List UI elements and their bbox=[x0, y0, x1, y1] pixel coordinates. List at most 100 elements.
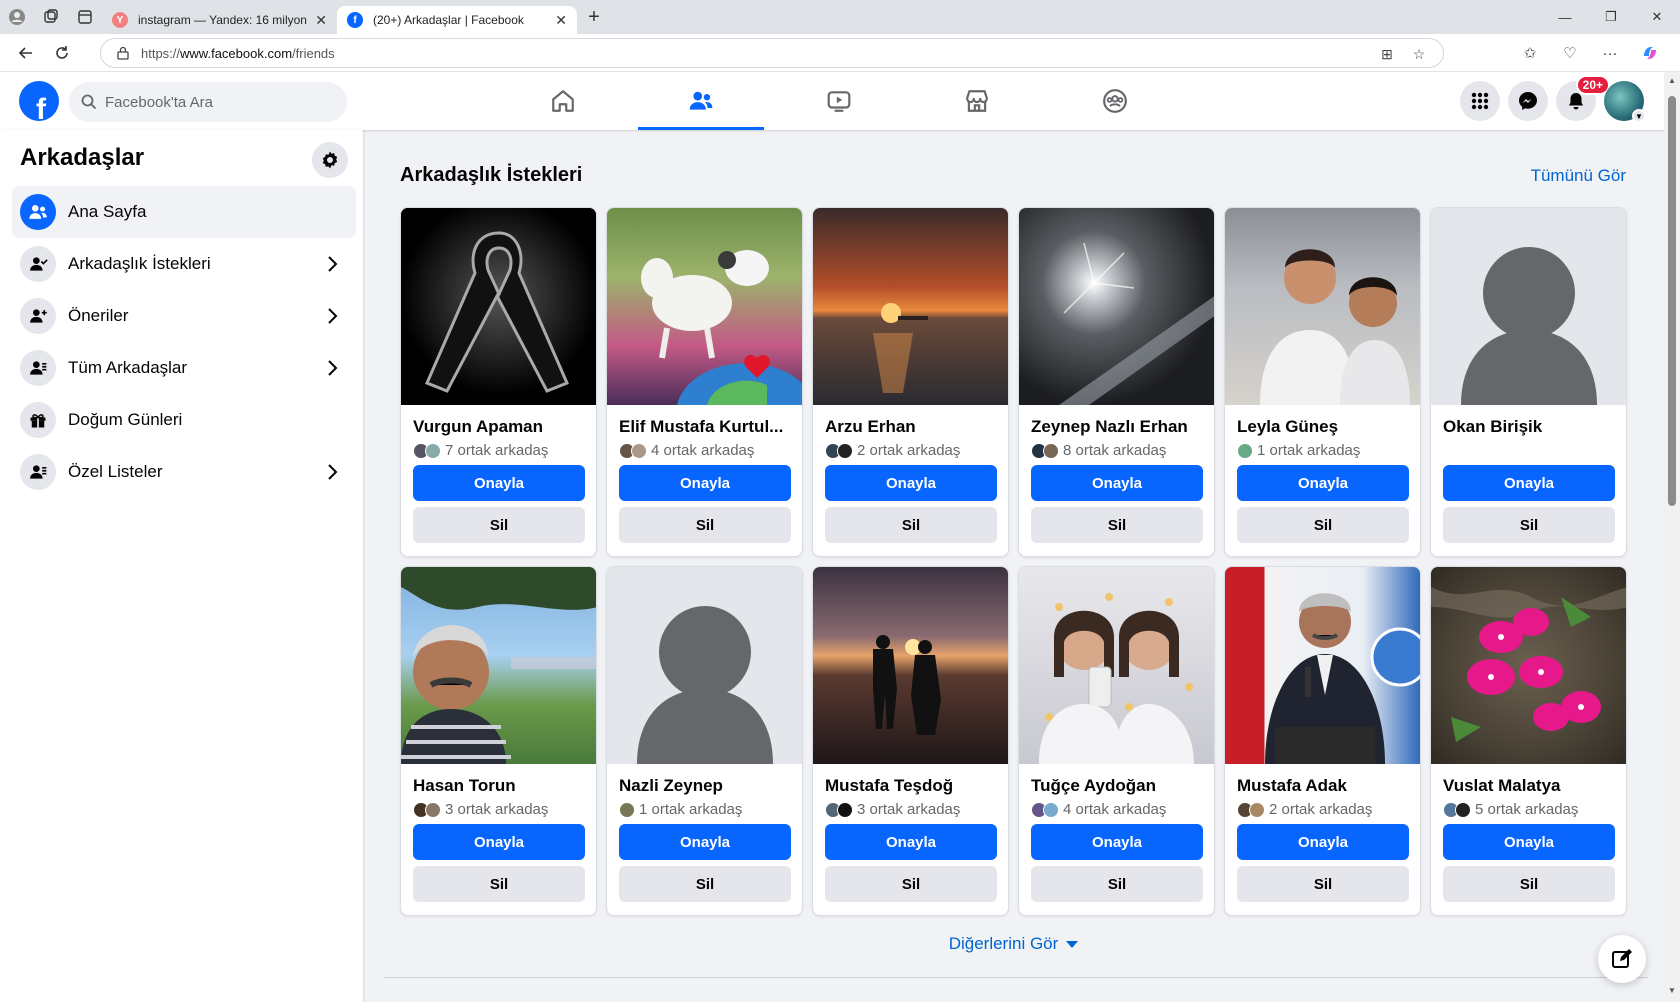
profile-photo[interactable] bbox=[401, 567, 596, 764]
delete-button[interactable]: Sil bbox=[1237, 866, 1409, 902]
confirm-button[interactable]: Onayla bbox=[825, 465, 997, 501]
friend-request-card[interactable]: Nazli Zeynep 1 ortak arkadaş Onayla Sil bbox=[606, 566, 803, 916]
friend-request-card[interactable]: Arzu Erhan 2 ortak arkadaş Onayla Sil bbox=[812, 207, 1009, 557]
minimize-icon[interactable]: — bbox=[1542, 0, 1588, 34]
scroll-up-icon[interactable]: ▲ bbox=[1668, 76, 1676, 85]
delete-button[interactable]: Sil bbox=[1031, 507, 1203, 543]
friend-name[interactable]: Elif Mustafa Kurtul... bbox=[619, 417, 791, 437]
confirm-button[interactable]: Onayla bbox=[1443, 465, 1615, 501]
scroll-thumb[interactable] bbox=[1668, 96, 1676, 506]
confirm-button[interactable]: Onayla bbox=[1031, 465, 1203, 501]
friend-name[interactable]: Nazli Zeynep bbox=[619, 776, 791, 796]
profile-icon[interactable] bbox=[0, 0, 34, 34]
delete-button[interactable]: Sil bbox=[1237, 507, 1409, 543]
nav-groups[interactable] bbox=[1046, 72, 1184, 130]
delete-button[interactable]: Sil bbox=[1443, 866, 1615, 902]
friend-name[interactable]: Zeynep Nazlı Erhan bbox=[1031, 417, 1203, 437]
friend-request-card[interactable]: Vurgun Apaman 7 ortak arkadaş Onayla Sil bbox=[400, 207, 597, 557]
friend-request-card[interactable]: Tuğçe Aydoğan 4 ortak arkadaş Onayla Sil bbox=[1018, 566, 1215, 916]
profile-photo[interactable] bbox=[813, 567, 1008, 764]
profile-photo[interactable] bbox=[1225, 208, 1420, 405]
url-bar[interactable]: https://www.facebook.com/friends ⊞ ☆ bbox=[100, 38, 1444, 68]
scroll-down-icon[interactable]: ▼ bbox=[1668, 986, 1676, 995]
delete-button[interactable]: Sil bbox=[619, 507, 791, 543]
mutual-friends[interactable]: 2 ortak arkadaş bbox=[825, 442, 960, 459]
friend-request-card[interactable]: Mustafa Adak 2 ortak arkadaş Onayla Sil bbox=[1224, 566, 1421, 916]
confirm-button[interactable]: Onayla bbox=[1237, 824, 1409, 860]
friend-request-card[interactable]: Okan Birişik Onayla Sil bbox=[1430, 207, 1627, 557]
settings-button[interactable] bbox=[312, 142, 348, 178]
confirm-button[interactable]: Onayla bbox=[1237, 465, 1409, 501]
delete-button[interactable]: Sil bbox=[413, 507, 585, 543]
confirm-button[interactable]: Onayla bbox=[825, 824, 997, 860]
friend-name[interactable]: Okan Birişik bbox=[1443, 417, 1615, 437]
close-tab-icon[interactable]: ✕ bbox=[555, 12, 567, 29]
sidebar-item-friend-requests[interactable]: Arkadaşlık İstekleri bbox=[12, 238, 356, 290]
friend-name[interactable]: Vurgun Apaman bbox=[413, 417, 585, 437]
friend-request-card[interactable]: Elif Mustafa Kurtul... 4 ortak arkadaş O… bbox=[606, 207, 803, 557]
mutual-friends[interactable]: 7 ortak arkadaş bbox=[413, 442, 548, 459]
mutual-friends[interactable]: 8 ortak arkadaş bbox=[1031, 442, 1166, 459]
more-options-icon[interactable]: ··· bbox=[1590, 34, 1630, 72]
profile-photo[interactable] bbox=[1019, 567, 1214, 764]
refresh-icon[interactable] bbox=[44, 35, 80, 71]
mutual-friends[interactable]: 2 ortak arkadaş bbox=[1237, 801, 1372, 818]
copilot-icon[interactable] bbox=[1630, 34, 1670, 72]
delete-button[interactable]: Sil bbox=[1031, 866, 1203, 902]
mutual-friends[interactable]: 5 ortak arkadaş bbox=[1443, 801, 1578, 818]
profile-photo[interactable] bbox=[1225, 567, 1420, 764]
mutual-friends[interactable]: 3 ortak arkadaş bbox=[825, 801, 960, 818]
browser-tab-active[interactable]: f (20+) Arkadaşlar | Facebook ✕ bbox=[337, 6, 577, 34]
restore-icon[interactable]: ❐ bbox=[1588, 0, 1634, 34]
nav-friends[interactable] bbox=[632, 72, 770, 130]
new-message-button[interactable] bbox=[1598, 935, 1646, 983]
workspaces-icon[interactable] bbox=[34, 0, 68, 34]
new-tab-button[interactable]: + bbox=[577, 0, 611, 34]
profile-photo[interactable] bbox=[607, 567, 802, 764]
sidebar-item-home[interactable]: Ana Sayfa bbox=[12, 186, 356, 238]
profile-photo[interactable] bbox=[1431, 567, 1626, 764]
reading-view-icon[interactable]: ⊞ bbox=[1373, 43, 1401, 65]
page-scrollbar[interactable]: ▲ ▼ bbox=[1664, 72, 1680, 1002]
mutual-friends[interactable]: 4 ortak arkadaş bbox=[619, 442, 754, 459]
friend-request-card[interactable]: Mustafa Teşdoğ 3 ortak arkadaş Onayla Si… bbox=[812, 566, 1009, 916]
profile-photo[interactable] bbox=[1019, 208, 1214, 405]
confirm-button[interactable]: Onayla bbox=[619, 824, 791, 860]
messenger-button[interactable] bbox=[1508, 81, 1548, 121]
confirm-button[interactable]: Onayla bbox=[413, 465, 585, 501]
friend-name[interactable]: Vuslat Malatya bbox=[1443, 776, 1615, 796]
mutual-friends[interactable]: 3 ortak arkadaş bbox=[413, 801, 548, 818]
friend-name[interactable]: Mustafa Adak bbox=[1237, 776, 1409, 796]
friend-request-card[interactable]: Vuslat Malatya 5 ortak arkadaş Onayla Si… bbox=[1430, 566, 1627, 916]
delete-button[interactable]: Sil bbox=[413, 866, 585, 902]
nav-video[interactable] bbox=[770, 72, 908, 130]
tab-actions-icon[interactable] bbox=[68, 0, 102, 34]
confirm-button[interactable]: Onayla bbox=[1031, 824, 1203, 860]
friend-request-card[interactable]: Zeynep Nazlı Erhan 8 ortak arkadaş Onayl… bbox=[1018, 207, 1215, 557]
delete-button[interactable]: Sil bbox=[1443, 507, 1615, 543]
delete-button[interactable]: Sil bbox=[825, 507, 997, 543]
friend-name[interactable]: Arzu Erhan bbox=[825, 417, 997, 437]
nav-marketplace[interactable] bbox=[908, 72, 1046, 130]
close-tab-icon[interactable]: ✕ bbox=[315, 12, 327, 29]
mutual-friends[interactable]: 1 ortak arkadaş bbox=[1237, 442, 1360, 459]
close-window-icon[interactable]: ✕ bbox=[1634, 0, 1680, 34]
delete-button[interactable]: Sil bbox=[619, 866, 791, 902]
account-avatar[interactable]: ▼ bbox=[1604, 81, 1646, 123]
menu-button[interactable] bbox=[1460, 81, 1500, 121]
profile-photo[interactable] bbox=[813, 208, 1008, 405]
browser-tab[interactable]: Y instagram — Yandex: 16 milyon sonuç ✕ bbox=[102, 6, 337, 34]
see-more-link[interactable]: Diğerlerini Gör bbox=[363, 934, 1664, 954]
confirm-button[interactable]: Onayla bbox=[1443, 824, 1615, 860]
friend-request-card[interactable]: Hasan Torun 3 ortak arkadaş Onayla Sil bbox=[400, 566, 597, 916]
friend-name[interactable]: Leyla Güneş bbox=[1237, 417, 1409, 437]
friend-name[interactable]: Hasan Torun bbox=[413, 776, 585, 796]
favorites-icon[interactable]: ✩ bbox=[1510, 34, 1550, 72]
facebook-logo[interactable]: f bbox=[19, 81, 59, 121]
sidebar-item-all-friends[interactable]: Tüm Arkadaşlar bbox=[12, 342, 356, 394]
browser-essentials-icon[interactable]: ♡ bbox=[1550, 34, 1590, 72]
sidebar-item-birthdays[interactable]: Doğum Günleri bbox=[12, 394, 356, 446]
friend-name[interactable]: Tuğçe Aydoğan bbox=[1031, 776, 1203, 796]
profile-photo[interactable] bbox=[1431, 208, 1626, 405]
sidebar-item-suggestions[interactable]: Öneriler bbox=[12, 290, 356, 342]
